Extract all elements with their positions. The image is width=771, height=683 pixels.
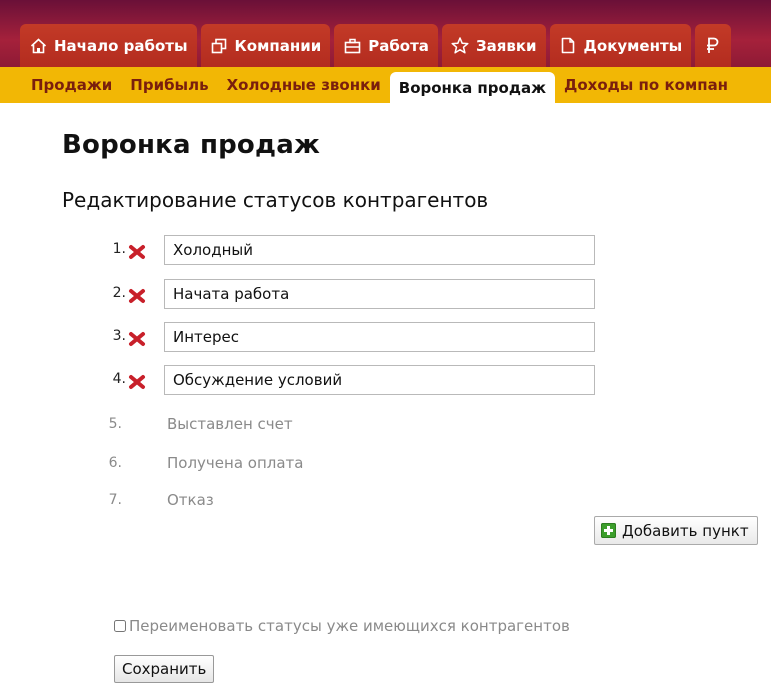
tab-companies[interactable]: Компании — [200, 24, 331, 67]
sub-tabs: Продажи Прибыль Холодные звонки Воронка … — [22, 67, 737, 103]
star-icon — [451, 37, 469, 55]
status-input[interactable] — [164, 279, 595, 309]
fixed-status-row: 5. Выставлен счет — [0, 410, 771, 440]
tab-label: Работа — [368, 36, 429, 55]
subtab-company-income[interactable]: Доходы по компан — [555, 67, 737, 103]
subtab-sales-funnel[interactable]: Воронка продаж — [389, 72, 556, 103]
page-title: Воронка продаж — [62, 130, 321, 160]
sub-navigation-bar: Продажи Прибыль Холодные звонки Воронка … — [0, 67, 771, 103]
status-label: Отказ — [167, 491, 214, 509]
status-row: 3. — [0, 322, 771, 352]
fixed-status-row: 7. Отказ — [0, 486, 771, 516]
status-input[interactable] — [164, 235, 595, 265]
tab-label: Начало работы — [54, 36, 188, 55]
tab-work[interactable]: Работа — [334, 24, 438, 67]
tab-finance[interactable] — [695, 24, 732, 67]
rename-label: Переименовать статусы уже имеющихся конт… — [129, 617, 570, 635]
windows-icon — [210, 37, 228, 55]
status-number: 4. — [112, 371, 126, 387]
plus-icon — [601, 523, 616, 538]
top-navigation-bar: Начало работы Компании Работа Заявки Док… — [0, 0, 771, 67]
status-label: Выставлен счет — [167, 415, 293, 433]
status-input[interactable] — [164, 365, 595, 395]
save-button[interactable]: Сохранить — [114, 655, 215, 683]
status-number: 6. — [108, 455, 122, 471]
delete-icon[interactable] — [128, 287, 146, 305]
rename-checkbox[interactable] — [114, 620, 126, 632]
subtab-sales[interactable]: Продажи — [22, 67, 121, 103]
status-row: 4. — [0, 365, 771, 395]
tab-requests[interactable]: Заявки — [441, 24, 546, 67]
home-icon — [29, 37, 47, 55]
section-title: Редактирование статусов контрагентов — [62, 188, 489, 212]
fixed-status-row: 6. Получена оплата — [0, 449, 771, 479]
status-number: 7. — [108, 492, 122, 508]
status-number: 1. — [112, 241, 126, 257]
rename-option[interactable]: Переименовать статусы уже имеющихся конт… — [114, 617, 570, 635]
status-input[interactable] — [164, 322, 595, 352]
tab-label: Заявки — [475, 36, 537, 55]
status-row: 2. — [0, 279, 771, 309]
add-item-button[interactable]: Добавить пункт — [594, 516, 758, 545]
status-number: 3. — [112, 328, 126, 344]
add-item-label: Добавить пункт — [622, 521, 749, 540]
status-number: 5. — [108, 416, 122, 432]
status-label: Получена оплата — [167, 454, 304, 472]
status-number: 2. — [112, 285, 126, 301]
status-row: 1. — [0, 235, 771, 265]
subtab-cold-calls[interactable]: Холодные звонки — [218, 67, 390, 103]
main-tabs: Начало работы Компании Работа Заявки Док… — [20, 24, 732, 67]
delete-icon[interactable] — [128, 373, 146, 391]
tab-label: Компании — [234, 36, 322, 55]
delete-icon[interactable] — [128, 330, 146, 348]
tab-home[interactable]: Начало работы — [20, 24, 197, 67]
delete-icon[interactable] — [128, 243, 146, 261]
tab-documents[interactable]: Документы — [549, 24, 692, 67]
tab-label: Документы — [583, 36, 683, 55]
ruble-icon — [704, 37, 722, 55]
briefcase-icon — [343, 37, 361, 55]
subtab-profit[interactable]: Прибыль — [121, 67, 217, 103]
document-icon — [559, 37, 577, 55]
